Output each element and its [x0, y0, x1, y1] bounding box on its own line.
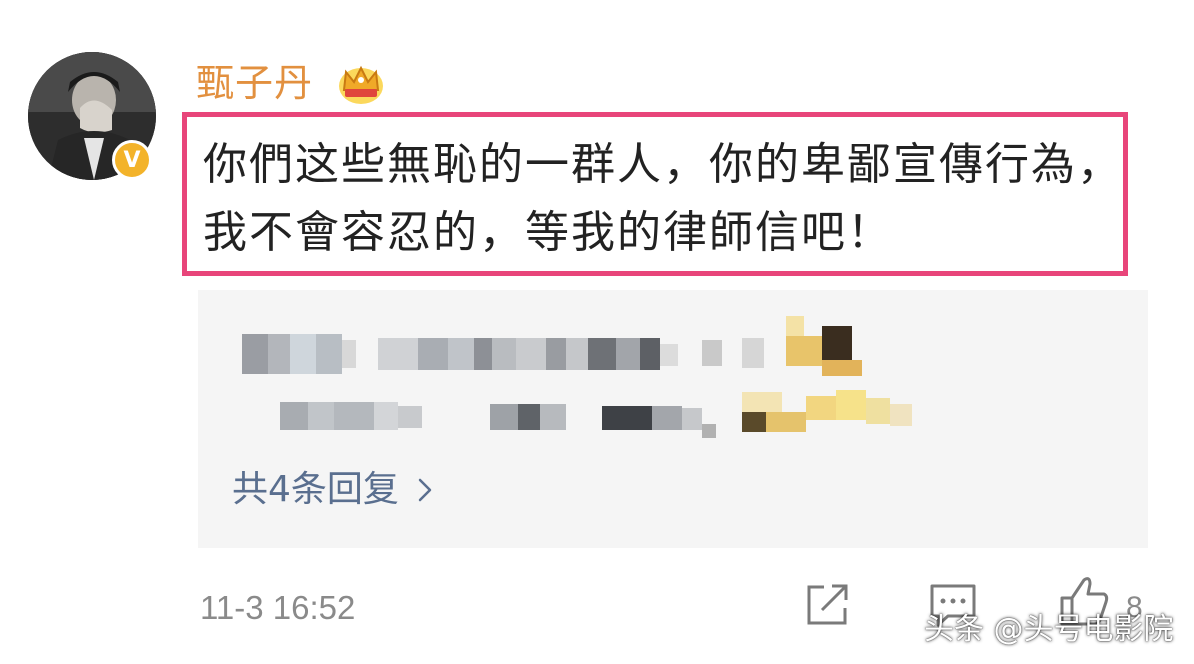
view-replies-link[interactable]: 共4条回复	[232, 468, 433, 512]
crown-icon	[339, 65, 383, 104]
reply-count-label: 共4条回复	[232, 469, 399, 510]
share-icon[interactable]	[804, 582, 852, 628]
obscured-reply-line	[242, 316, 862, 378]
obscured-reply-line	[242, 390, 942, 446]
verified-badge: V	[112, 140, 152, 180]
timestamp: 11-3 16:52	[200, 589, 356, 626]
reply-panel[interactable]: 共4条回复	[198, 290, 1148, 548]
chevron-right-icon	[418, 478, 432, 502]
username[interactable]: 甄子丹	[196, 60, 313, 106]
watermark: 头条 @头号电影院	[924, 612, 1174, 647]
comment-text: 你們这些無恥的一群人，你的卑鄙宣傳行為，我不會容忍的，等我的律師信吧！	[203, 139, 1123, 258]
highlighted-comment: 你們这些無恥的一群人，你的卑鄙宣傳行為，我不會容忍的，等我的律師信吧！	[182, 112, 1128, 276]
